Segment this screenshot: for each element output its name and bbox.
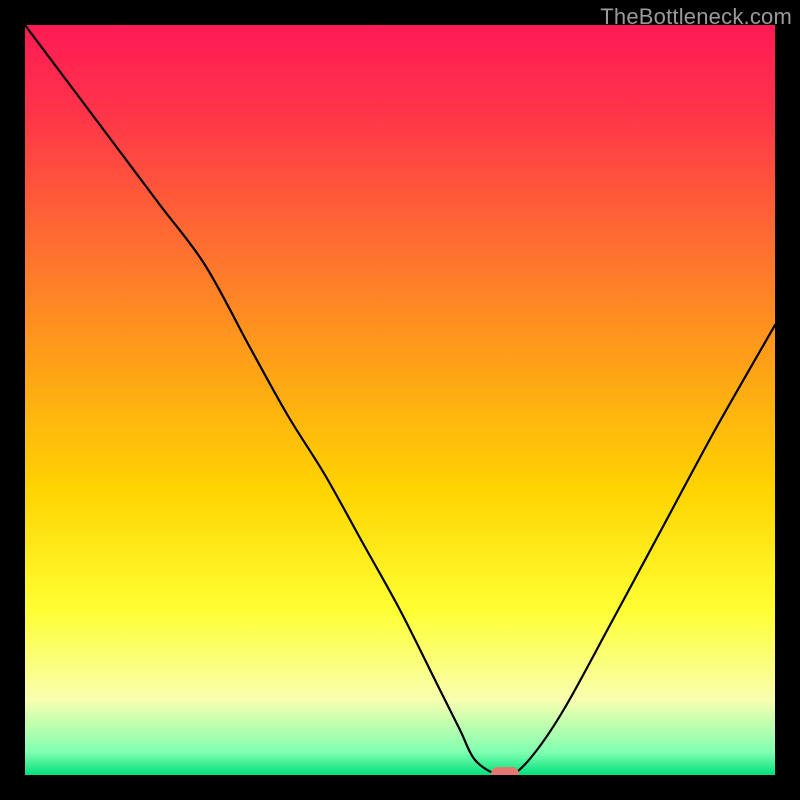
optimal-marker (491, 767, 519, 775)
chart-svg (25, 25, 775, 775)
chart-plot-area (25, 25, 775, 775)
watermark-text: TheBottleneck.com (600, 4, 792, 30)
gradient-backdrop (25, 25, 775, 775)
chart-stage: TheBottleneck.com (0, 0, 800, 800)
